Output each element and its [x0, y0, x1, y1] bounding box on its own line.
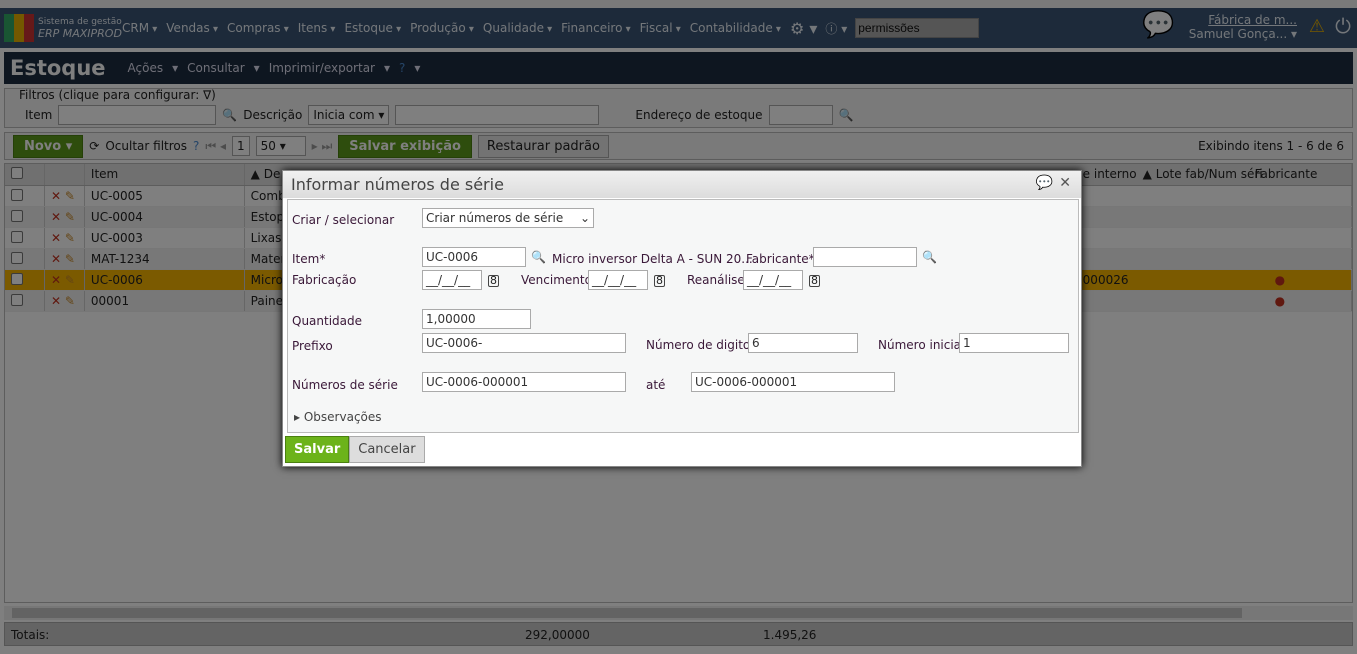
dialog-body: Criar / selecionar Criar números de séri… [287, 199, 1079, 433]
series-label: Números de série [292, 378, 398, 392]
item-label: Item* [292, 252, 326, 266]
fabricante-input[interactable] [813, 247, 917, 267]
reanalise-input[interactable]: __/__/__ [743, 270, 803, 290]
series-from-input[interactable]: UC-0006-000001 [422, 372, 626, 392]
criar-select[interactable]: Criar números de série ⌄ [422, 208, 594, 228]
criar-label: Criar / selecionar [292, 213, 395, 227]
observacoes-label: Observações [303, 410, 382, 424]
fabricacao-input[interactable]: __/__/__ [422, 270, 482, 290]
calendar-icon[interactable]: 8 [809, 275, 820, 287]
dialog-title: Informar números de série [291, 175, 504, 194]
cancelar-button[interactable]: Cancelar [349, 436, 425, 463]
serial-numbers-dialog: Informar números de série 💬 ✕ Criar / se… [282, 170, 1082, 467]
item-description: Micro inversor Delta A - SUN 20... [552, 252, 753, 266]
vencimento-input[interactable]: __/__/__ [588, 270, 648, 290]
inicial-input[interactable]: 1 [959, 333, 1069, 353]
close-icon[interactable]: ✕ [1059, 175, 1071, 191]
quantidade-label: Quantidade [292, 314, 363, 328]
series-to-input[interactable]: UC-0006-000001 [691, 372, 895, 392]
salvar-button[interactable]: Salvar [285, 436, 350, 463]
item-input[interactable]: UC-0006 [422, 247, 526, 267]
reanalise-label: Reanálise [687, 273, 745, 287]
comment-icon[interactable]: 💬 [1036, 175, 1053, 191]
vencimento-label: Vencimento [521, 273, 592, 287]
inicial-label: Número inicial [878, 338, 965, 352]
digitos-input[interactable]: 6 [748, 333, 858, 353]
quantidade-input[interactable]: 1,00000 [422, 309, 531, 329]
dialog-titlebar[interactable]: Informar números de série 💬 ✕ [283, 171, 1081, 198]
caret-right-icon: ▸ [294, 410, 301, 424]
calendar-icon[interactable]: 8 [488, 275, 499, 287]
prefixo-label: Prefixo [292, 339, 333, 353]
calendar-icon[interactable]: 8 [654, 275, 665, 287]
digitos-label: Número de digitos [646, 338, 757, 352]
search-icon[interactable]: 🔍 [531, 250, 546, 264]
search-icon[interactable]: 🔍 [922, 250, 937, 264]
ate-label: até [646, 378, 666, 392]
observacoes-toggle[interactable]: ▸ Observações [294, 410, 382, 424]
prefixo-input[interactable]: UC-0006- [422, 333, 626, 353]
fabricante-label: Fabricante* [746, 252, 815, 266]
fabricacao-label: Fabricação [292, 273, 357, 287]
